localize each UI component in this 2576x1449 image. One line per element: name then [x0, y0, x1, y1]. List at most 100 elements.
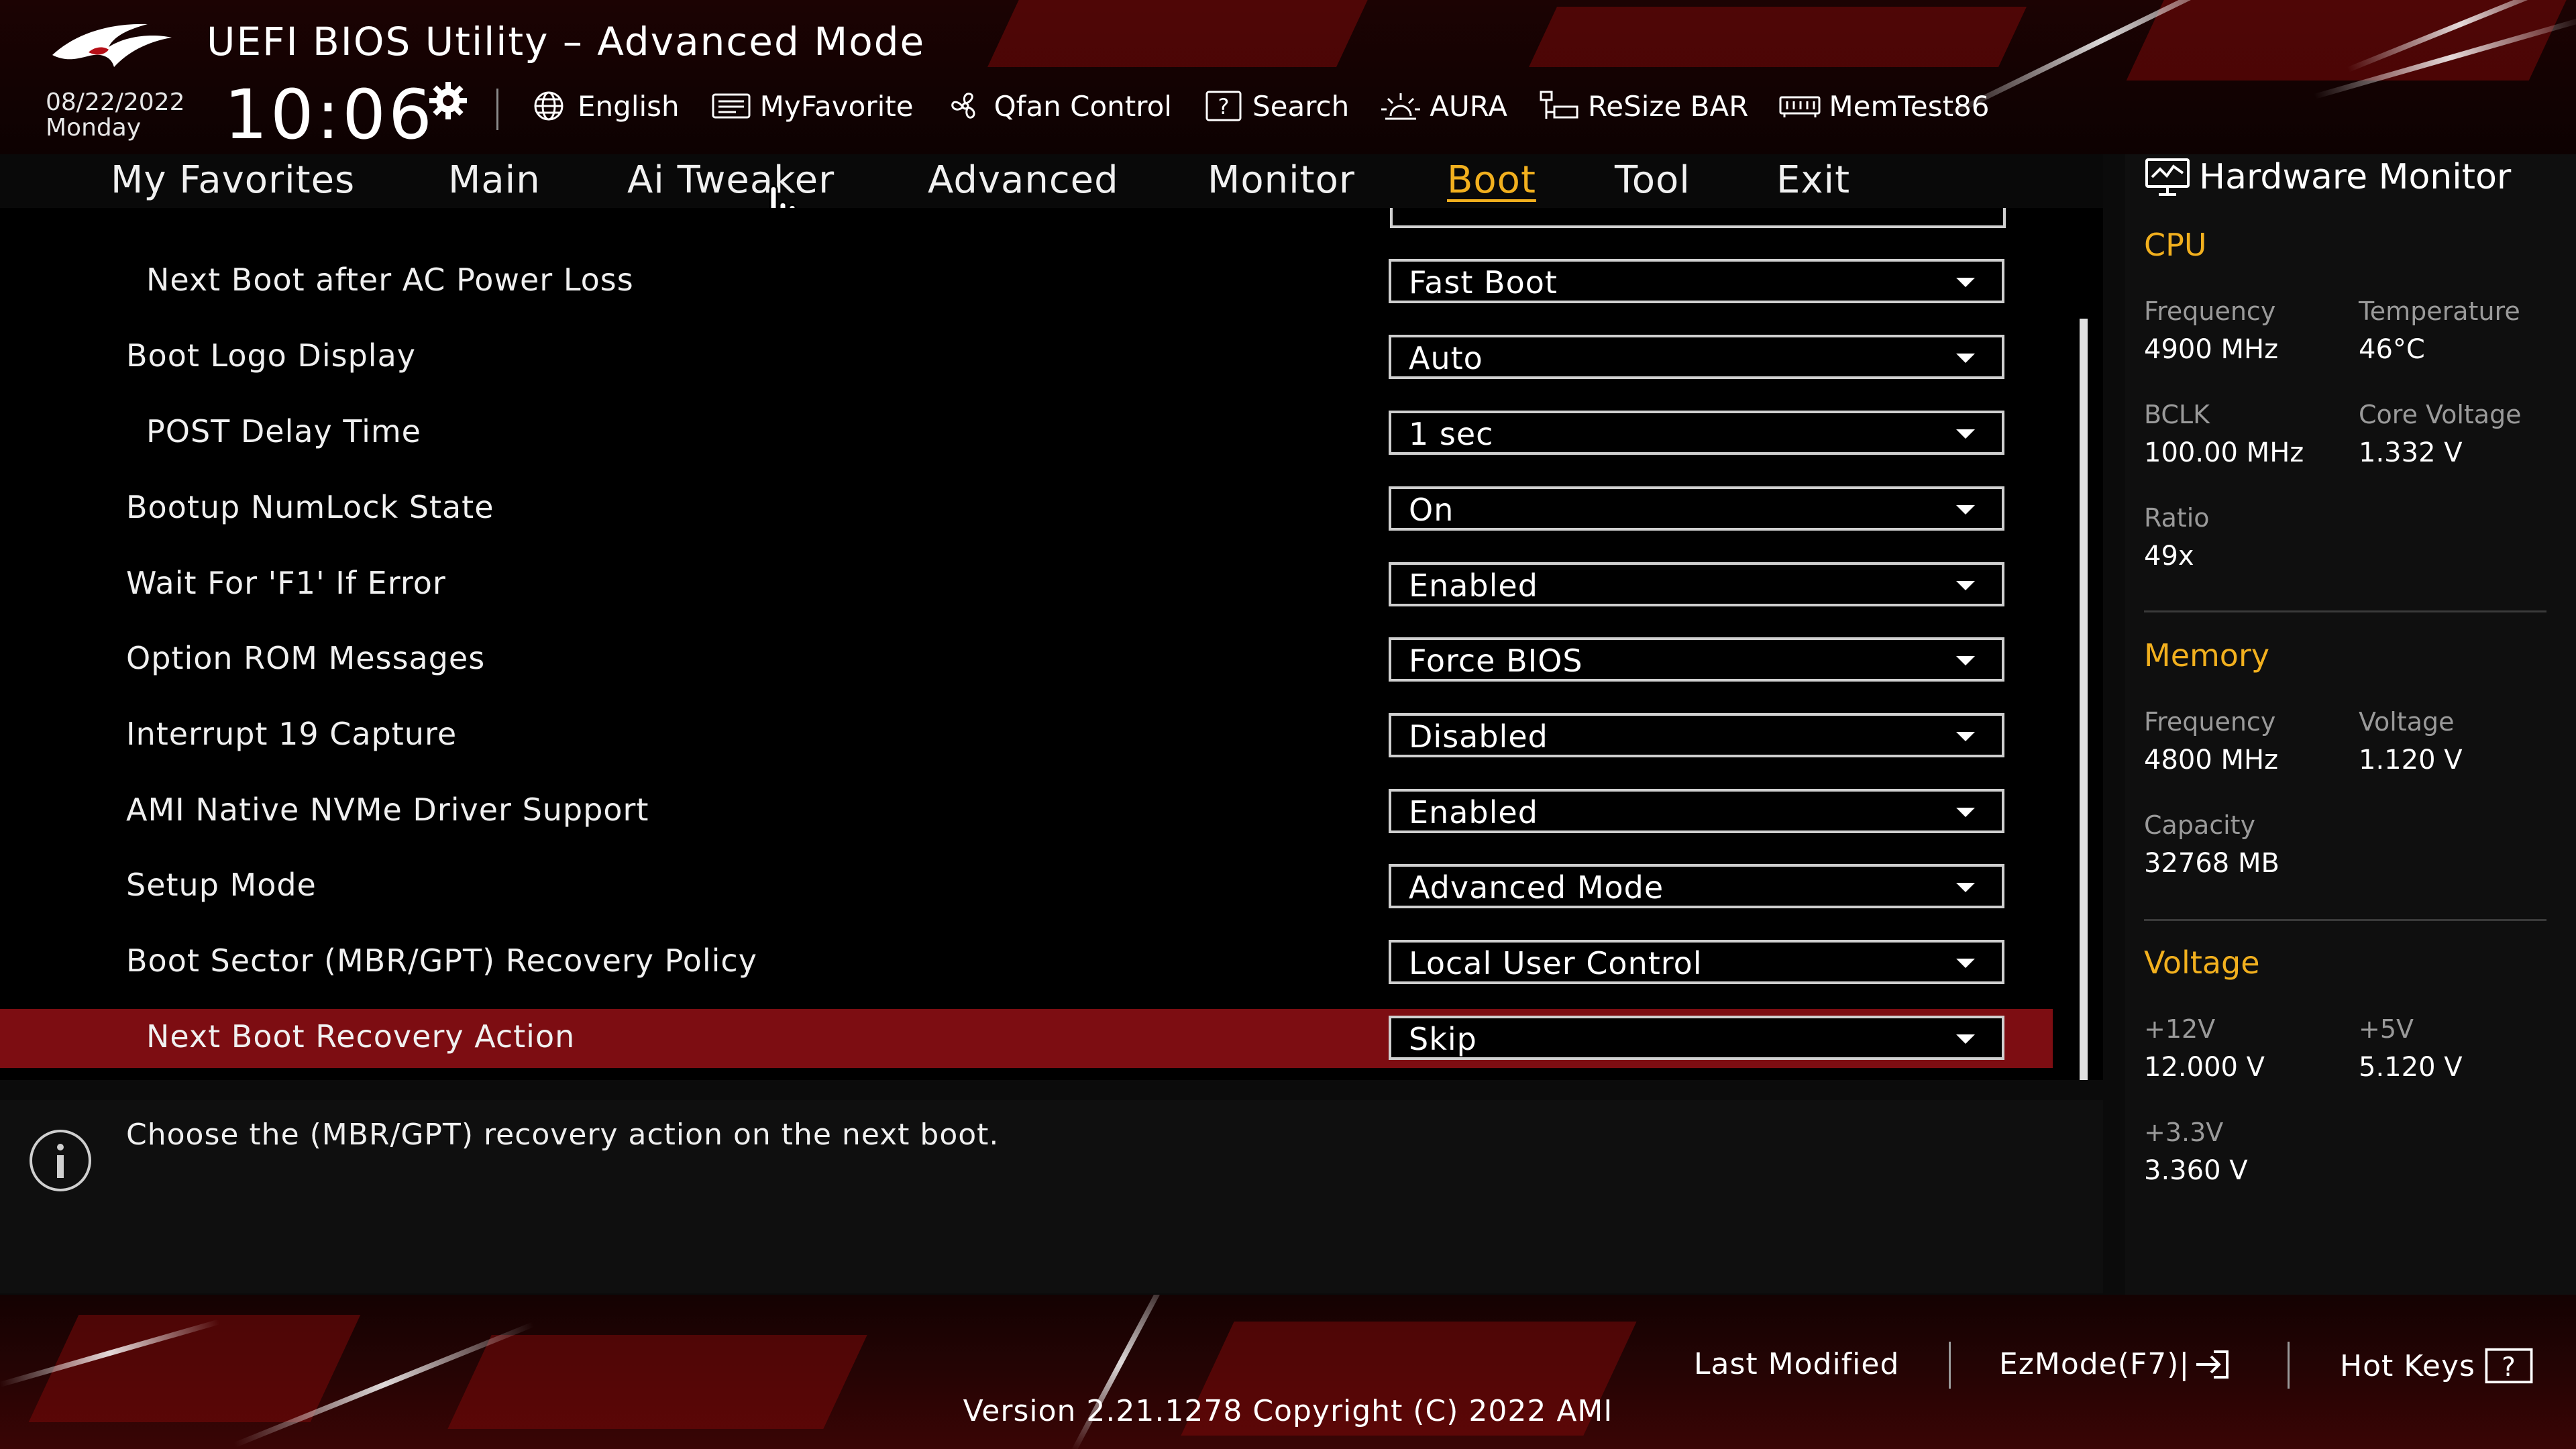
setting-dropdown[interactable]: Enabled: [1389, 789, 2004, 833]
setting-dropdown[interactable]: Force BIOS: [1389, 637, 2004, 682]
setting-dropdown[interactable]: Disabled: [1389, 713, 2004, 757]
dropdown-arrow-icon: [1956, 354, 1975, 363]
section-divider: [2144, 919, 2546, 921]
toolbar-resize-bar-label: ReSize BAR: [1587, 89, 1749, 123]
app-title: UEFI BIOS Utility – Advanced Mode: [207, 19, 926, 64]
ezmode-button[interactable]: EzMode(F7)|: [1999, 1347, 2231, 1381]
ezmode-label: EzMode(F7)|: [1999, 1347, 2190, 1381]
setting-dropdown[interactable]: Local User Control: [1389, 940, 2004, 984]
dropdown-arrow-icon: [1956, 883, 1975, 892]
hot-keys-label: Hot Keys: [2340, 1348, 2475, 1383]
dropdown-arrow-icon: [1956, 505, 1975, 515]
toolbar-aura-label: AURA: [1430, 89, 1507, 123]
toolbar-english-label: English: [578, 89, 680, 123]
setting-dropdown[interactable]: Skip: [1389, 1016, 2004, 1060]
tab-main[interactable]: Main: [448, 158, 541, 202]
last-modified-label: Last Modified: [1694, 1347, 1900, 1381]
dropdown-arrow-icon: [1956, 732, 1975, 741]
voltage-12v-label: +12V: [2144, 1014, 2216, 1044]
memory-capacity-value: 32768 MB: [2144, 848, 2279, 879]
search-icon: ?: [1205, 91, 1242, 121]
date-display: 08/22/2022: [46, 89, 185, 116]
setting-row[interactable]: Boot Sector (MBR/GPT) Recovery Policy Lo…: [0, 933, 2053, 992]
tab-boot[interactable]: Boot: [1447, 158, 1536, 202]
setting-dropdown[interactable]: Enabled: [1389, 562, 2004, 606]
dropdown-value: Enabled: [1409, 794, 1538, 830]
memtest-icon: [1779, 96, 1821, 117]
setting-label: Next Boot Recovery Action: [146, 1018, 576, 1055]
header-divider: [496, 89, 498, 130]
toolbar-memtest86[interactable]: MemTest86: [1778, 89, 1990, 123]
setting-row[interactable]: Interrupt 19 Capture Disabled: [0, 706, 2053, 765]
gear-icon[interactable]: [427, 79, 470, 122]
memory-heading: Memory: [2144, 637, 2270, 674]
tab-my-favorites[interactable]: My Favorites: [111, 158, 355, 202]
setting-row[interactable]: POST Delay Time 1 sec: [0, 404, 2053, 463]
setting-label: Wait For 'F1' If Error: [126, 565, 446, 601]
setting-label: Next Boot after AC Power Loss: [146, 262, 634, 298]
tab-exit[interactable]: Exit: [1776, 158, 1850, 202]
dropdown-value: Force BIOS: [1409, 643, 1583, 679]
hardware-monitor-title: Hardware Monitor: [2199, 157, 2512, 197]
settings-scrollbar[interactable]: [2080, 319, 2088, 1080]
dropdown-arrow-icon: [1956, 429, 1975, 439]
setting-label: Boot Sector (MBR/GPT) Recovery Policy: [126, 943, 757, 979]
toolbar-aura[interactable]: AURA: [1379, 89, 1507, 123]
hot-keys-button[interactable]: Hot Keys ?: [2340, 1347, 2536, 1385]
dropdown-value: Enabled: [1409, 568, 1538, 604]
dropdown-value: Local User Control: [1409, 945, 1703, 981]
last-modified-button[interactable]: Last Modified: [1694, 1347, 1899, 1381]
tab-monitor[interactable]: Monitor: [1208, 158, 1355, 202]
setting-dropdown[interactable]: On: [1389, 486, 2004, 531]
exit-arrow-icon: [2196, 1350, 2229, 1379]
toolbar-english[interactable]: English: [527, 89, 680, 123]
memory-frequency-value: 4800 MHz: [2144, 745, 2279, 775]
fan-icon: [951, 93, 975, 119]
help-icon: ?: [2485, 1348, 2533, 1384]
header-decoration: [987, 0, 1374, 67]
cpu-core-voltage-label: Core Voltage: [2359, 400, 2522, 429]
setting-row[interactable]: Next Boot after AC Power Loss Fast Boot: [0, 252, 2053, 311]
dropdown-value: On: [1409, 492, 1454, 528]
resize-bar-icon: [1540, 91, 1578, 119]
tab-advanced[interactable]: Advanced: [928, 158, 1119, 202]
setting-row[interactable]: Wait For 'F1' If Error Enabled: [0, 555, 2053, 614]
header-bar: UEFI BIOS Utility – Advanced Mode 08/22/…: [0, 0, 2576, 154]
dropdown-value: 1 sec: [1409, 416, 1494, 452]
setting-label: Setup Mode: [126, 867, 317, 903]
footer-divider: [1949, 1342, 1951, 1389]
toolbar-search[interactable]: ? Search: [1201, 89, 1349, 123]
previous-option-dropdown[interactable]: [1390, 208, 2006, 228]
main-tab-bar: My Favorites Main Ai Tweaker Advanced Mo…: [0, 154, 2103, 208]
setting-row[interactable]: Bootup NumLock State On: [0, 480, 2053, 539]
tab-tool[interactable]: Tool: [1615, 158, 1690, 202]
setting-dropdown[interactable]: Advanced Mode: [1389, 864, 2004, 908]
voltage-3v3-label: +3.3V: [2144, 1118, 2224, 1147]
setting-row[interactable]: AMI Native NVMe Driver Support Enabled: [0, 782, 2053, 841]
help-panel: Choose the (MBR/GPT) recovery action on …: [0, 1100, 2103, 1293]
toolbar-resize-bar[interactable]: ReSize BAR: [1537, 89, 1748, 123]
dropdown-arrow-icon: [1956, 656, 1975, 665]
setting-row[interactable]: Boot Logo Display Auto: [0, 328, 2053, 387]
setting-row[interactable]: Setup Mode Advanced Mode: [0, 857, 2053, 916]
svg-text:?: ?: [1218, 94, 1229, 119]
memory-voltage-label: Voltage: [2359, 707, 2455, 737]
setting-label: Interrupt 19 Capture: [126, 716, 458, 752]
setting-row[interactable]: Option ROM Messages Force BIOS: [0, 631, 2053, 690]
cpu-bclk-value: 100.00 MHz: [2144, 437, 2304, 468]
voltage-3v3-value: 3.360 V: [2144, 1155, 2248, 1186]
help-text: Choose the (MBR/GPT) recovery action on …: [126, 1118, 1000, 1152]
cpu-bclk-label: BCLK: [2144, 400, 2210, 429]
toolbar-myfavorite[interactable]: MyFavorite: [709, 89, 914, 123]
setting-dropdown[interactable]: 1 sec: [1389, 411, 2004, 455]
header-decoration: [1529, 7, 2027, 67]
hardware-monitor-header: Hardware Monitor: [2144, 157, 2511, 197]
rog-logo-icon: [52, 23, 172, 67]
setting-dropdown[interactable]: Auto: [1389, 335, 2004, 379]
setting-row-selected[interactable]: Next Boot Recovery Action Skip: [0, 1009, 2053, 1068]
toolbar-qfan-control[interactable]: Qfan Control: [943, 89, 1172, 123]
setting-label: Boot Logo Display: [126, 337, 416, 374]
info-icon: [30, 1130, 91, 1191]
setting-dropdown[interactable]: Fast Boot: [1389, 259, 2004, 303]
cpu-temperature-value: 46°C: [2359, 334, 2425, 365]
